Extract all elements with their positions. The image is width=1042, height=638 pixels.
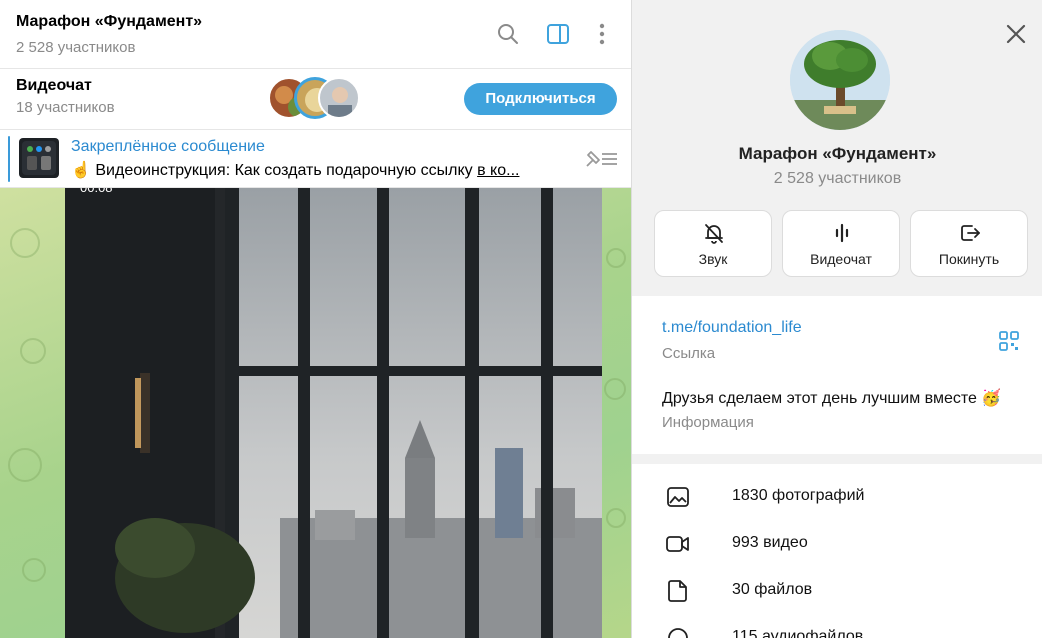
channel-description: Друзья сделаем этот день лучшим вместе 🥳 <box>662 390 1002 407</box>
participant-avatar <box>318 77 360 119</box>
profile-header: Марафон «Фундамент» 2 528 участников Зву… <box>632 0 1042 296</box>
channel-avatar[interactable] <box>790 30 890 130</box>
chat-header[interactable]: Марафон «Фундамент» 2 528 участников <box>0 0 631 69</box>
chat-column: 00:08 Марафон «Фундамент» 2 528 участник… <box>0 0 631 638</box>
qr-code-icon[interactable] <box>998 330 1020 352</box>
media-row-photos[interactable]: 1830 фотографий <box>632 473 1042 520</box>
pinned-list-icon[interactable] <box>583 146 619 172</box>
video-message[interactable] <box>65 188 602 638</box>
pinned-text: ☝️ Видеоинструкция: Как создать подарочн… <box>71 160 519 180</box>
pinned-thumbnail <box>19 138 59 178</box>
chat-title[interactable]: Марафон «Фундамент» <box>16 13 202 31</box>
media-row-videos[interactable]: 993 видео <box>632 520 1042 567</box>
channel-info-card: t.me/foundation_life Ссылка Друзья сдела… <box>632 296 1042 454</box>
video-preview-image <box>65 188 602 638</box>
channel-description-label: Информация <box>662 414 754 431</box>
pinned-title: Закреплённое сообщение <box>71 138 265 155</box>
pinned-text-body: Видеоинструкция: Как создать подарочную … <box>90 162 478 179</box>
pinned-text-link[interactable]: в ко... <box>477 162 519 179</box>
videochat-participants: 18 участников <box>16 99 115 116</box>
media-row-files[interactable]: 30 файлов <box>632 567 1042 614</box>
bell-off-icon <box>705 224 723 244</box>
videochat-bar[interactable]: Видеочат 18 участников Подключиться <box>0 69 631 130</box>
profile-member-count: 2 528 участников <box>773 170 902 187</box>
leave-button[interactable]: Покинуть <box>910 210 1028 277</box>
join-videochat-button[interactable]: Подключиться <box>464 83 617 115</box>
voice-bars-icon <box>835 223 849 243</box>
channel-link[interactable]: t.me/foundation_life <box>662 319 802 337</box>
leave-icon <box>961 225 980 241</box>
channel-link-label: Ссылка <box>662 345 716 362</box>
videochat-button[interactable]: Видеочат <box>782 210 900 277</box>
audio-icon <box>668 628 688 638</box>
sidebar-toggle-icon[interactable] <box>544 20 572 48</box>
media-row-audio[interactable]: 115 аудиофайлов <box>632 614 1042 638</box>
media-row-label: 30 файлов <box>732 581 813 598</box>
search-icon[interactable] <box>494 20 522 48</box>
videochat-label: Видеочат <box>810 251 872 267</box>
pointing-up-emoji: ☝️ <box>71 162 91 179</box>
pinned-indicator <box>8 136 10 182</box>
profile-name: Марафон «Фундамент» <box>738 144 937 163</box>
close-icon[interactable] <box>1002 20 1030 48</box>
mute-label: Звук <box>698 251 728 267</box>
chat-member-count: 2 528 участников <box>16 39 136 56</box>
file-icon <box>668 580 687 602</box>
more-vertical-icon[interactable] <box>588 20 616 48</box>
media-row-label: 115 аудиофайлов <box>732 628 864 638</box>
media-row-label: 1830 фотографий <box>732 487 865 504</box>
pinned-message-bar[interactable]: Закреплённое сообщение ☝️ Видеоинструкци… <box>0 130 631 188</box>
leave-label: Покинуть <box>938 251 1000 267</box>
shared-media-list: 1830 фотографий 993 видео 30 файлов 115 … <box>632 464 1042 638</box>
photo-icon <box>667 487 689 507</box>
mute-button[interactable]: Звук <box>654 210 772 277</box>
media-row-label: 993 видео <box>732 534 808 551</box>
videochat-title: Видеочат <box>16 77 92 94</box>
video-icon <box>666 536 689 552</box>
profile-panel: Марафон «Фундамент» 2 528 участников Зву… <box>631 0 1042 638</box>
